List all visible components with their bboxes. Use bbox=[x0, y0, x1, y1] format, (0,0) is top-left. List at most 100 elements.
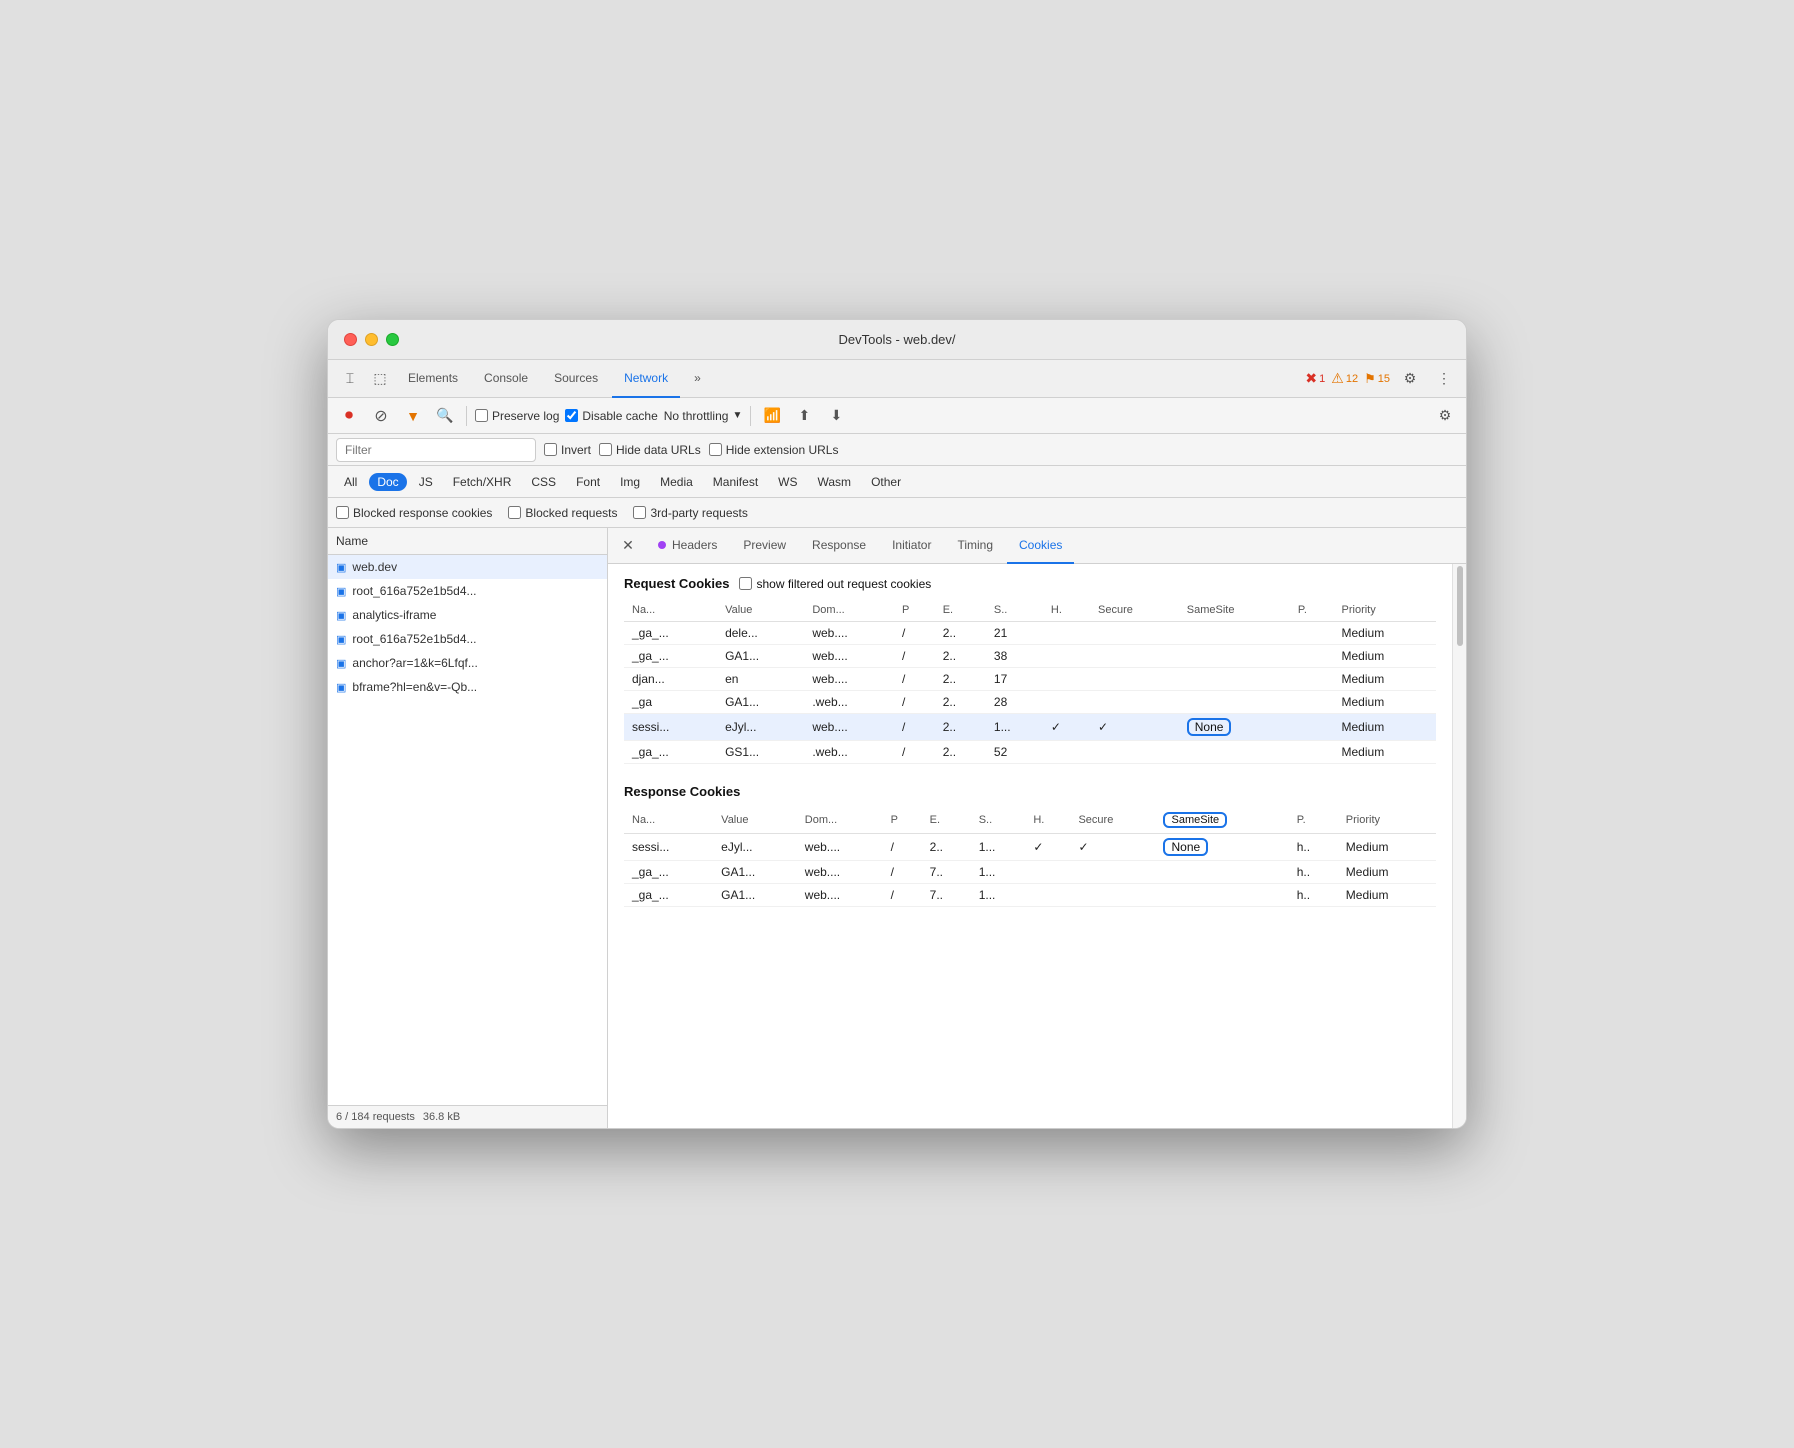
cursor-icon-btn[interactable]: ⌶ bbox=[336, 365, 364, 393]
show-filtered-label[interactable]: show filtered out request cookies bbox=[739, 577, 931, 591]
th-size: S.. bbox=[986, 599, 1043, 622]
type-btn-js[interactable]: JS bbox=[411, 473, 441, 491]
rc3-priority: Medium bbox=[1334, 668, 1436, 691]
main-content: Name ▣ web.dev ▣ root_616a752e1b5d4... ▣… bbox=[328, 528, 1466, 1128]
hide-ext-urls-checkbox[interactable] bbox=[709, 443, 722, 456]
disable-cache-checkbox[interactable] bbox=[565, 409, 578, 422]
type-btn-wasm[interactable]: Wasm bbox=[810, 473, 860, 491]
rc1-name: _ga_... bbox=[624, 622, 717, 645]
type-btn-fetch-xhr[interactable]: Fetch/XHR bbox=[445, 473, 520, 491]
detail-tab-timing[interactable]: Timing bbox=[945, 528, 1005, 564]
resp-cookie-row-3[interactable]: _ga_... GA1... web.... / 7.. 1... h.. bbox=[624, 884, 1436, 907]
rth-p: P. bbox=[1289, 807, 1338, 834]
rth-name: Na... bbox=[624, 807, 713, 834]
resp-cookie-row-1[interactable]: sessi... eJyl... web.... / 2.. 1... ✓ ✓ … bbox=[624, 834, 1436, 861]
type-btn-other[interactable]: Other bbox=[863, 473, 909, 491]
disable-cache-label[interactable]: Disable cache bbox=[565, 409, 657, 423]
rsc1-path: / bbox=[883, 834, 922, 861]
type-filter-row: All Doc JS Fetch/XHR CSS Font Img Media … bbox=[328, 466, 1466, 498]
show-filtered-checkbox[interactable] bbox=[739, 577, 752, 590]
blocked-requests-label[interactable]: Blocked requests bbox=[508, 506, 617, 520]
preserve-log-label[interactable]: Preserve log bbox=[475, 409, 559, 423]
type-btn-css[interactable]: CSS bbox=[523, 473, 564, 491]
detail-tab-initiator[interactable]: Initiator bbox=[880, 528, 943, 564]
blocked-cookies-label[interactable]: Blocked response cookies bbox=[336, 506, 492, 520]
tab-network[interactable]: Network bbox=[612, 360, 680, 398]
rth-value: Value bbox=[713, 807, 797, 834]
rsc1-expires: 2.. bbox=[922, 834, 971, 861]
detail-close-btn[interactable]: ✕ bbox=[616, 534, 640, 558]
throttle-chevron-icon: ▼ bbox=[732, 410, 742, 421]
hide-ext-urls-label[interactable]: Hide extension URLs bbox=[709, 443, 839, 457]
minimize-button[interactable] bbox=[365, 333, 378, 346]
device-toggle-btn[interactable]: ⬚ bbox=[366, 365, 394, 393]
req-cookie-row-1[interactable]: _ga_... dele... web.... / 2.. 21 Med bbox=[624, 622, 1436, 645]
scrollbar-thumb[interactable] bbox=[1457, 566, 1463, 646]
blocked-requests-checkbox[interactable] bbox=[508, 506, 521, 519]
req-cookie-row-2[interactable]: _ga_... GA1... web.... / 2.. 38 Medi bbox=[624, 645, 1436, 668]
type-btn-media[interactable]: Media bbox=[652, 473, 701, 491]
rc4-httponly bbox=[1043, 691, 1090, 714]
record-btn[interactable]: ⏺ bbox=[336, 403, 362, 429]
req-cookie-row-3[interactable]: djan... en web.... / 2.. 17 Medium bbox=[624, 668, 1436, 691]
blocked-cookies-checkbox[interactable] bbox=[336, 506, 349, 519]
req-cookie-row-6[interactable]: _ga_... GS1... .web... / 2.. 52 Medi bbox=[624, 741, 1436, 764]
download-btn[interactable]: ⬇ bbox=[823, 403, 849, 429]
doc-icon-2: ▣ bbox=[336, 585, 346, 598]
type-btn-img[interactable]: Img bbox=[612, 473, 648, 491]
rsc2-p: h.. bbox=[1289, 861, 1338, 884]
type-btn-manifest[interactable]: Manifest bbox=[705, 473, 766, 491]
detail-tab-preview[interactable]: Preview bbox=[731, 528, 798, 564]
close-button[interactable] bbox=[344, 333, 357, 346]
rc2-value: GA1... bbox=[717, 645, 804, 668]
request-item-root2[interactable]: ▣ root_616a752e1b5d4... bbox=[328, 627, 607, 651]
tab-elements[interactable]: Elements bbox=[396, 360, 470, 398]
doc-icon-6: ▣ bbox=[336, 681, 346, 694]
resp-cookie-row-2[interactable]: _ga_... GA1... web.... / 7.. 1... h.. bbox=[624, 861, 1436, 884]
hide-data-urls-checkbox[interactable] bbox=[599, 443, 612, 456]
detail-tab-cookies[interactable]: Cookies bbox=[1007, 528, 1074, 564]
rc6-expires: 2.. bbox=[935, 741, 986, 764]
throttle-select[interactable]: No throttling ▼ bbox=[664, 409, 743, 423]
request-item-root1[interactable]: ▣ root_616a752e1b5d4... bbox=[328, 579, 607, 603]
search-btn[interactable]: 🔍 bbox=[432, 403, 458, 429]
network-toolbar: ⏺ ⊘ ▼ 🔍 Preserve log Disable cache No th… bbox=[328, 398, 1466, 434]
req-cookie-row-5[interactable]: sessi... eJyl... web.... / 2.. 1... ✓ ✓ … bbox=[624, 714, 1436, 741]
detail-tab-headers[interactable]: Headers bbox=[646, 528, 729, 564]
request-item-bframe[interactable]: ▣ bframe?hl=en&v=-Qb... bbox=[328, 675, 607, 699]
maximize-button[interactable] bbox=[386, 333, 399, 346]
preserve-log-checkbox[interactable] bbox=[475, 409, 488, 422]
type-btn-ws[interactable]: WS bbox=[770, 473, 805, 491]
settings-btn[interactable]: ⚙ bbox=[1396, 365, 1424, 393]
tab-sources[interactable]: Sources bbox=[542, 360, 610, 398]
request-item-analytics[interactable]: ▣ analytics-iframe bbox=[328, 603, 607, 627]
invert-checkbox[interactable] bbox=[544, 443, 557, 456]
hide-data-urls-label[interactable]: Hide data URLs bbox=[599, 443, 701, 457]
request-item-anchor[interactable]: ▣ anchor?ar=1&k=6Lfqf... bbox=[328, 651, 607, 675]
window-title: DevTools - web.dev/ bbox=[344, 332, 1450, 347]
third-party-label[interactable]: 3rd-party requests bbox=[633, 506, 747, 520]
invert-label[interactable]: Invert bbox=[544, 443, 591, 457]
network-settings-btn[interactable]: ⚙ bbox=[1432, 403, 1458, 429]
third-party-checkbox[interactable] bbox=[633, 506, 646, 519]
traffic-lights bbox=[344, 333, 399, 346]
none-badge: None bbox=[1187, 718, 1232, 736]
tab-console[interactable]: Console bbox=[472, 360, 540, 398]
tab-more[interactable]: » bbox=[682, 360, 713, 398]
filter-btn[interactable]: ▼ bbox=[400, 403, 426, 429]
wifi-icon-btn[interactable]: 📶 bbox=[759, 403, 785, 429]
req-cookie-row-4[interactable]: _ga GA1... .web... / 2.. 28 Medium bbox=[624, 691, 1436, 714]
type-btn-font[interactable]: Font bbox=[568, 473, 608, 491]
filter-input[interactable] bbox=[336, 438, 536, 462]
request-item-name: web.dev bbox=[352, 560, 397, 574]
more-options-btn[interactable]: ⋮ bbox=[1430, 365, 1458, 393]
rc5-path: / bbox=[894, 714, 935, 741]
clear-btn[interactable]: ⊘ bbox=[368, 403, 394, 429]
type-btn-all[interactable]: All bbox=[336, 473, 365, 491]
devtools-window: DevTools - web.dev/ ⌶ ⬚ Elements Console… bbox=[327, 319, 1467, 1129]
rsc3-priority: Medium bbox=[1338, 884, 1436, 907]
detail-tab-response[interactable]: Response bbox=[800, 528, 878, 564]
upload-btn[interactable]: ⬆ bbox=[791, 403, 817, 429]
type-btn-doc[interactable]: Doc bbox=[369, 473, 406, 491]
request-item-webdev[interactable]: ▣ web.dev bbox=[328, 555, 607, 579]
